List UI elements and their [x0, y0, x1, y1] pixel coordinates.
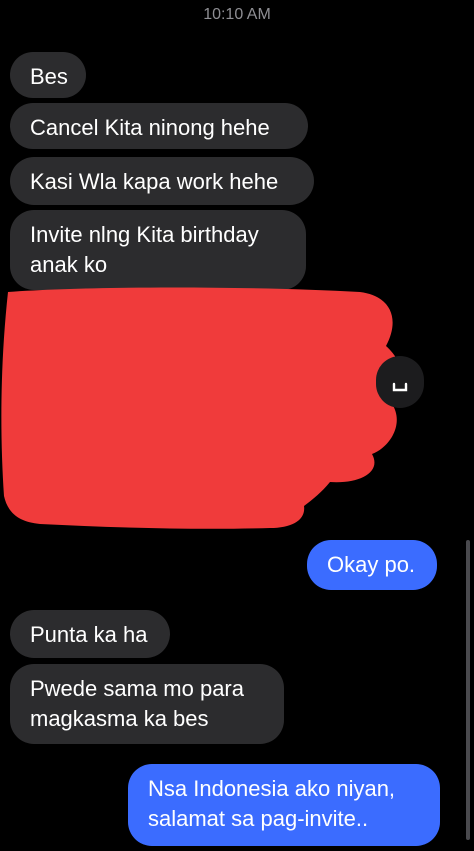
received-message-bubble[interactable]: Pwede sama mo para magkasma ka bes: [10, 664, 284, 744]
received-message-bubble[interactable]: Invite nlng Kita birthday anak ko: [10, 210, 306, 290]
message-text-line: Pwede sama mo para: [30, 676, 244, 701]
received-message-bubble[interactable]: Cancel Kita ninong hehe: [10, 103, 308, 149]
sent-message-bubble[interactable]: Okay po.: [307, 540, 437, 590]
message-text: Kasi Wla kapa work hehe: [30, 169, 279, 194]
received-message-bubble[interactable]: Punta ka ha: [10, 610, 170, 658]
message-text-line: salamat sa pag-invite..: [148, 806, 369, 831]
message-timestamp: 10:10 AM: [203, 6, 271, 23]
share-icon[interactable]: [376, 356, 424, 408]
message-text: Punta ka ha: [30, 622, 148, 647]
message-text-line: Invite nlng Kita birthday: [30, 222, 259, 247]
message-text-line: magkasma ka bes: [30, 706, 209, 731]
message-text: Cancel Kita ninong hehe: [30, 115, 270, 140]
message-text-line: anak ko: [30, 252, 108, 277]
message-text-line: Nsa Indonesia ako niyan,: [148, 776, 396, 801]
sent-message-bubble[interactable]: Nsa Indonesia ako niyan, salamat sa pag-…: [128, 764, 440, 846]
message-text: Bes: [30, 64, 68, 89]
redaction-overlay: [1, 287, 404, 529]
received-message-bubble[interactable]: Bes: [10, 52, 86, 98]
received-message-bubble[interactable]: Kasi Wla kapa work hehe: [10, 157, 314, 205]
message-text: Okay po.: [327, 552, 416, 577]
scrollbar[interactable]: [466, 540, 470, 840]
